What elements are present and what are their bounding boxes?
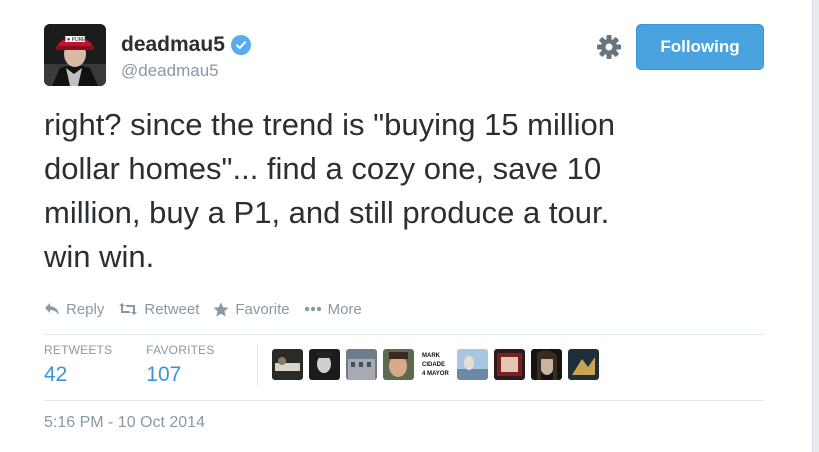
- favorite-label: Favorite: [235, 300, 290, 318]
- avatar-hat-text: I ♥ PURE: [64, 37, 86, 43]
- more-button[interactable]: More: [304, 301, 362, 318]
- gear-icon[interactable]: [596, 34, 622, 60]
- tweet-text-line: million, buy a P1, and still produce a t…: [44, 195, 610, 230]
- favoriter-avatar-text[interactable]: MARK CIDADE 4 MAYOR: [420, 349, 451, 380]
- tweet-text-line: right? since the trend is "buying 15 mil…: [44, 107, 616, 142]
- page-edge: [812, 0, 819, 452]
- favoriter-text-line: CIDADE: [422, 362, 445, 368]
- favorites-stat[interactable]: FAVORITES 107: [146, 343, 214, 387]
- verified-badge-icon: [230, 35, 251, 55]
- favoriter-avatar[interactable]: [346, 349, 377, 380]
- retweets-stat[interactable]: RETWEETS 42: [44, 343, 112, 387]
- more-label: More: [327, 300, 362, 318]
- display-name[interactable]: deadmau5: [121, 33, 251, 57]
- retweets-count: 42: [44, 363, 68, 386]
- retweet-icon: [118, 302, 138, 316]
- tweet-card: I ♥ PURE deadmau5 @deadmau5 Following ri…: [0, 0, 812, 452]
- following-button[interactable]: Following: [636, 24, 764, 70]
- tweet-actions: Reply Retweet Favorite More: [44, 299, 376, 319]
- retweet-button[interactable]: Retweet: [118, 301, 199, 318]
- favoriter-avatar[interactable]: [457, 349, 488, 380]
- retweets-label: RETWEETS: [44, 343, 113, 357]
- tweet-stats: RETWEETS 42 FAVORITES 107: [44, 343, 249, 387]
- favoriter-avatar[interactable]: [494, 349, 525, 380]
- reply-icon: [44, 302, 60, 316]
- reply-label: Reply: [66, 300, 105, 318]
- favoriters-list: MARK CIDADE 4 MAYOR: [272, 349, 599, 380]
- avatar[interactable]: I ♥ PURE: [44, 24, 106, 86]
- favoriter-avatar[interactable]: [272, 349, 303, 380]
- divider: [44, 334, 764, 335]
- favorites-label: FAVORITES: [146, 343, 215, 357]
- favorites-count: 107: [146, 363, 182, 386]
- tweet-timestamp[interactable]: 5:16 PM - 10 Oct 2014: [44, 414, 205, 432]
- more-dots-icon: [304, 306, 322, 312]
- favoriter-avatar[interactable]: [568, 349, 599, 380]
- retweet-label: Retweet: [144, 300, 200, 318]
- star-icon: [213, 302, 229, 317]
- favorite-button[interactable]: Favorite: [213, 300, 290, 318]
- favoriter-avatar[interactable]: [309, 349, 340, 380]
- favoriter-avatar[interactable]: [383, 349, 414, 380]
- tweet-text-line: dollar homes"... find a cozy one, save 1…: [44, 151, 602, 186]
- tweet-text: right? since the trend is "buying 15 mil…: [44, 103, 774, 279]
- favoriter-text-line: MARK: [422, 353, 441, 359]
- favoriter-avatar[interactable]: [531, 349, 562, 380]
- reply-button[interactable]: Reply: [44, 301, 104, 318]
- tweet-text-line: win win.: [44, 239, 155, 274]
- display-name-text: deadmau5: [121, 33, 225, 56]
- stats-separator: [257, 344, 258, 386]
- divider: [44, 400, 764, 401]
- favoriter-text-line: 4 MAYOR: [422, 371, 449, 377]
- user-handle[interactable]: @deadmau5: [121, 61, 219, 81]
